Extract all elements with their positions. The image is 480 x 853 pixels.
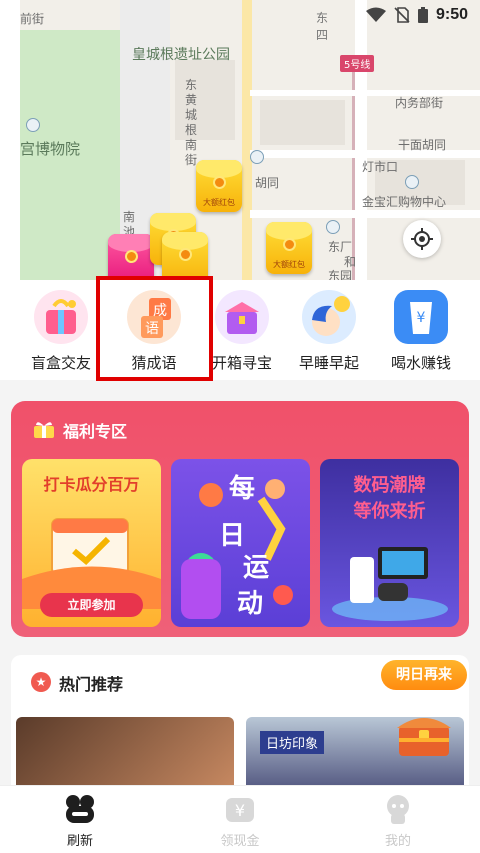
status-bar: 东四 9:50: [316, 6, 468, 42]
status-location: 东四: [315, 11, 328, 42]
status-time: 9:50: [435, 6, 468, 23]
refresh-icon: [63, 792, 97, 826]
quick-action-label: 盲盒交友: [30, 354, 91, 372]
map-label: 金宝汇购物中心: [362, 195, 447, 209]
map-road: [0, 0, 20, 290]
come-back-tomorrow-badge[interactable]: 明日再来: [381, 660, 467, 690]
treasure-box-icon: [215, 290, 269, 344]
nav-mine[interactable]: 我的: [358, 792, 438, 849]
welfare-section: 福利专区 打卡瓜分百万 立即参加 每 日 运 动 数码潮牌 等你来折: [11, 401, 469, 637]
map-label: 胡同: [255, 176, 280, 190]
battery-icon: [417, 7, 428, 23]
exercise-char: 运: [243, 553, 270, 583]
crosshair-icon: [411, 228, 433, 250]
map-label: 干面胡同: [398, 138, 447, 152]
coin-icon: [179, 248, 192, 261]
quick-action-label: 早睡早起: [298, 354, 359, 372]
map-road: [355, 0, 367, 290]
coin-icon: [283, 238, 296, 251]
map-block: [260, 100, 345, 145]
blind-box-icon: [34, 290, 88, 344]
treasure-chest-icon[interactable]: [393, 708, 455, 758]
coin-icon: [213, 176, 226, 189]
exercise-char: 日: [219, 521, 246, 551]
card-title: 打卡瓜分百万: [43, 475, 140, 494]
highlight-box: [96, 276, 213, 381]
red-envelope[interactable]: 大额红包: [196, 160, 242, 212]
map-label: 皇城根遗址公园: [132, 47, 230, 63]
museum-pin-icon: [26, 118, 40, 132]
recommend-thumbnail[interactable]: [16, 717, 234, 795]
nav-label: 刷新: [66, 834, 93, 849]
map-label: 东黄城根南街: [184, 78, 197, 167]
card-title-line: 等你来折: [353, 501, 426, 522]
map-view[interactable]: 前街 皇城根遗址公园 宫博物院 5号线 内务部街 干面胡同 灯市口 金宝汇购物中…: [0, 0, 480, 290]
map-label: 灯市口: [362, 160, 399, 174]
water-cup-icon-char: ¥: [417, 310, 426, 326]
exercise-char: 每: [229, 474, 256, 504]
quick-action-blind-box[interactable]: 盲盒交友: [16, 290, 106, 373]
envelope-label: 大额红包: [203, 198, 235, 207]
metro-line-badge: 5号线: [340, 55, 375, 72]
map-label: 宫博物院: [20, 140, 81, 158]
welfare-card-digital[interactable]: 数码潮牌 等你来折: [320, 459, 459, 627]
quick-action-water[interactable]: ¥ 喝水赚钱: [376, 290, 466, 373]
bottom-nav: 刷新 ¥ 领现金 我的: [0, 785, 480, 853]
locate-button[interactable]: [403, 220, 441, 258]
quick-action-sleep[interactable]: 早睡早起: [284, 290, 374, 373]
hot-title: 热门推荐: [59, 675, 124, 694]
game-console-illustration: [332, 547, 448, 621]
welfare-card-checkin[interactable]: 打卡瓜分百万 立即参加: [22, 459, 161, 627]
nav-refresh[interactable]: 刷新: [40, 792, 120, 849]
nav-label: 领现金: [220, 834, 260, 849]
map-pin-icon: [405, 175, 419, 189]
red-envelope[interactable]: 大额红包: [266, 222, 312, 274]
profile-icon: [381, 792, 415, 826]
map-road: [250, 90, 480, 96]
map-pin-icon: [326, 220, 340, 234]
exercise-char: 动: [237, 589, 264, 619]
join-now-button[interactable]: 立即参加: [40, 593, 143, 617]
nav-cash[interactable]: ¥ 领现金: [200, 792, 280, 849]
map-road: [250, 210, 480, 218]
map-label: 内务部街: [395, 96, 444, 110]
nav-label: 我的: [384, 834, 411, 849]
gift-icon: [34, 422, 54, 438]
envelope-label: 大额红包: [273, 260, 305, 269]
svg-text:¥: ¥: [235, 801, 245, 820]
map-label: 前街: [20, 12, 45, 26]
no-sim-icon: [394, 7, 410, 23]
map-pin-icon: [250, 150, 264, 164]
welfare-card-exercise[interactable]: 每 日 运 动: [171, 459, 310, 627]
map-road: [242, 0, 252, 290]
water-cup-icon: ¥: [394, 290, 448, 344]
sleep-icon: [302, 290, 356, 344]
card-title-line: 数码潮牌: [353, 475, 426, 496]
coin-icon: [125, 250, 138, 263]
star-icon: ★: [31, 672, 51, 692]
thumbnail-sign-text: 日坊印象: [260, 731, 325, 754]
quick-action-label: 喝水赚钱: [390, 354, 451, 372]
cash-icon: ¥: [223, 792, 257, 826]
quick-actions-bar: 盲盒交友 成 语 猜成语 开箱寻宝 早睡早起 ¥ 喝水赚钱: [0, 280, 480, 380]
welfare-title: 福利专区: [63, 422, 128, 441]
wifi-icon: [365, 7, 386, 22]
